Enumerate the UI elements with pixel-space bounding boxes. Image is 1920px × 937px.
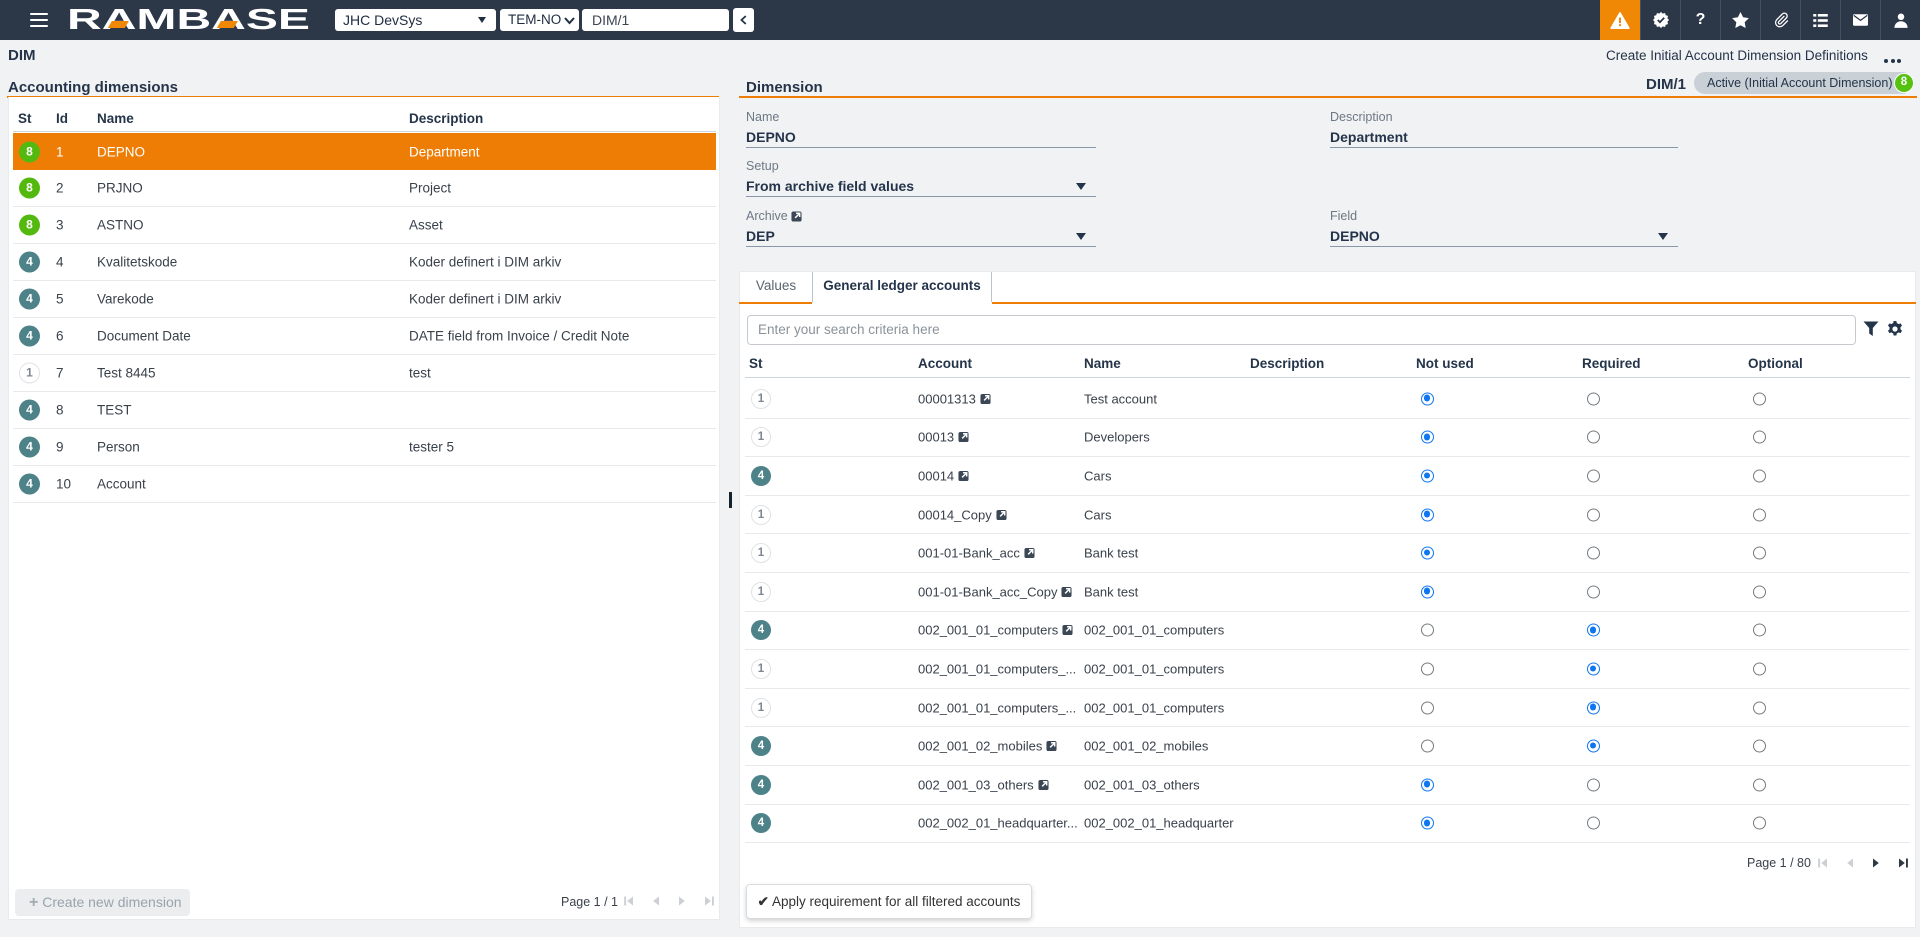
svg-text:RAMBASE: RAMBASE <box>67 5 310 35</box>
